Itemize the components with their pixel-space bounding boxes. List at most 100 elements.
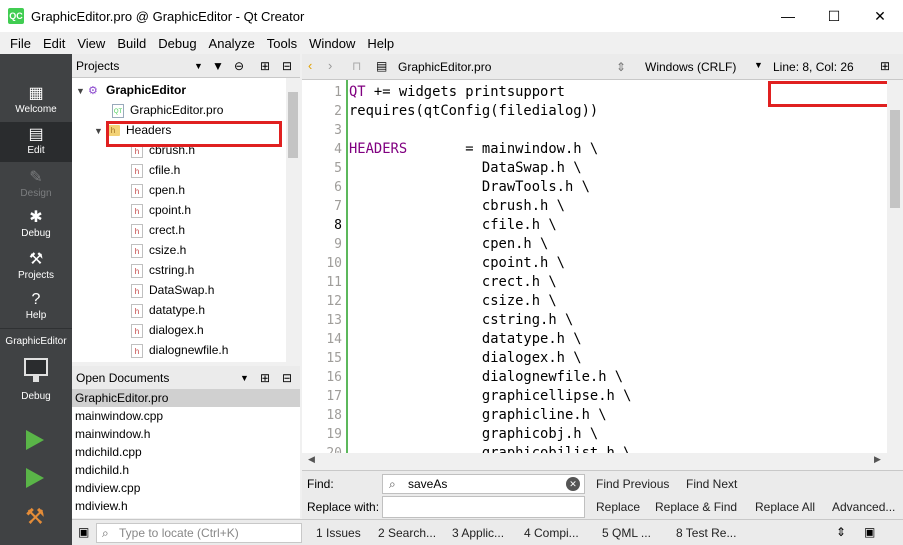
menu-edit[interactable]: Edit xyxy=(37,36,71,51)
tree-item[interactable]: h cfile.h xyxy=(131,160,180,180)
menu-file[interactable]: File xyxy=(4,36,37,51)
find-next-button[interactable]: Find Next xyxy=(686,477,737,491)
output-tab-test-results[interactable]: 8 Test Re... xyxy=(676,520,736,545)
code-line[interactable]: dialogex.h \ xyxy=(349,349,582,368)
code-line[interactable]: cfile.h \ xyxy=(349,216,557,235)
tree-scrollbar[interactable] xyxy=(286,78,300,362)
code-line[interactable]: DrawTools.h \ xyxy=(349,178,590,197)
code-line[interactable]: HEADERS = mainwindow.h \ xyxy=(349,140,598,159)
projects-panel-title[interactable]: Projects xyxy=(76,59,119,73)
code-line[interactable]: DataSwap.h \ xyxy=(349,159,582,178)
code-line[interactable]: cpoint.h \ xyxy=(349,254,565,273)
code-line[interactable]: graphicline.h \ xyxy=(349,406,607,425)
code-line[interactable]: cbrush.h \ xyxy=(349,197,565,216)
tree-item[interactable]: h csize.h xyxy=(131,240,186,260)
scrollbar-thumb[interactable] xyxy=(288,92,298,158)
tree-item[interactable]: h cpoint.h xyxy=(131,200,191,220)
forward-arrow-icon[interactable]: › xyxy=(328,58,332,73)
mode-edit[interactable]: ▤ Edit xyxy=(0,122,72,162)
mode-help[interactable]: ? Help xyxy=(0,290,72,321)
locator-input[interactable]: ⌕ Type to locate (Ctrl+K) xyxy=(96,523,302,543)
debug-run-button[interactable] xyxy=(26,468,44,488)
tree-item[interactable]: h cstring.h xyxy=(131,260,194,280)
replace-and-find-button[interactable]: Replace & Find xyxy=(655,500,737,514)
monitor-icon[interactable] xyxy=(24,358,48,376)
kit-selector-label[interactable]: GraphicEditor xyxy=(0,336,72,347)
open-document-item[interactable]: GraphicEditor.pro xyxy=(72,389,300,407)
clear-icon[interactable]: ✕ xyxy=(566,477,580,491)
tree-root[interactable]: ▼ ⚙ GraphicEditor xyxy=(76,80,186,100)
cursor-position[interactable]: Line: 8, Col: 26 xyxy=(773,60,854,74)
split-icon[interactable]: ⊞ xyxy=(260,59,270,73)
editor-scrollbar[interactable] xyxy=(887,80,903,453)
menu-build[interactable]: Build xyxy=(111,36,152,51)
open-documents-title[interactable]: Open Documents xyxy=(76,371,169,385)
replace-input[interactable] xyxy=(382,496,585,518)
tree-item-pro-file[interactable]: QT GraphicEditor.pro xyxy=(112,100,223,120)
advanced-button[interactable]: Advanced... xyxy=(832,500,895,514)
code-line[interactable]: requires(qtConfig(filedialog)) xyxy=(349,102,598,121)
open-document-item[interactable]: mainwindow.cpp xyxy=(72,407,300,425)
code-line[interactable]: QT += widgets printsupport xyxy=(349,83,565,102)
split-icon[interactable]: ⊞ xyxy=(260,371,270,385)
tree-item[interactable]: h crect.h xyxy=(131,220,185,240)
file-dropdown-icon[interactable]: ⇕ xyxy=(616,60,626,74)
scrollbar-thumb[interactable] xyxy=(890,110,900,208)
menu-tools[interactable]: Tools xyxy=(261,36,303,51)
mode-welcome[interactable]: ▦ Welcome xyxy=(0,84,72,115)
maximize-button[interactable]: ☐ xyxy=(811,0,857,32)
filter-icon[interactable]: ▼ xyxy=(212,59,224,73)
close-panel-icon[interactable]: ⊟ xyxy=(282,59,292,73)
hammer-icon[interactable]: ⚒ xyxy=(22,504,48,530)
editor-file-name[interactable]: GraphicEditor.pro xyxy=(398,60,491,74)
output-tab-issues[interactable]: 1 Issues xyxy=(316,520,361,545)
code-line[interactable]: csize.h \ xyxy=(349,292,557,311)
replace-all-button[interactable]: Replace All xyxy=(755,500,815,514)
menu-debug[interactable]: Debug xyxy=(152,36,202,51)
chevron-down-icon[interactable]: ▼ xyxy=(240,373,249,383)
split-icon[interactable]: ⊞ xyxy=(880,59,890,73)
menu-window[interactable]: Window xyxy=(303,36,361,51)
tree-item[interactable]: h datatype.h xyxy=(131,300,205,320)
menu-analyze[interactable]: Analyze xyxy=(203,36,261,51)
horizontal-scrollbar[interactable]: ◀ ▶ xyxy=(302,453,903,469)
output-tab-qml[interactable]: 5 QML ... xyxy=(602,520,651,545)
link-icon[interactable]: ⊖ xyxy=(234,59,244,73)
back-arrow-icon[interactable]: ‹ xyxy=(308,58,312,73)
output-tab-search[interactable]: 2 Search... xyxy=(378,520,436,545)
open-document-item[interactable]: mdiview.cpp xyxy=(72,479,300,497)
open-document-item[interactable]: mdichild.h xyxy=(72,461,300,479)
open-document-item[interactable]: mdiview.h xyxy=(72,497,300,515)
run-button[interactable] xyxy=(26,430,44,450)
code-line[interactable]: cpen.h \ xyxy=(349,235,548,254)
open-document-item[interactable]: mdichild.cpp xyxy=(72,443,300,461)
mode-debug[interactable]: ✱ Debug xyxy=(0,208,72,239)
replace-button[interactable]: Replace xyxy=(596,500,640,514)
code-line[interactable]: graphicellipse.h \ xyxy=(349,387,632,406)
code-line[interactable]: cstring.h \ xyxy=(349,311,573,330)
tree-item[interactable]: h dialogex.h xyxy=(131,320,204,340)
output-tab-application[interactable]: 3 Applic... xyxy=(452,520,504,545)
minimize-button[interactable]: — xyxy=(765,0,811,32)
tree-item[interactable]: h dialognewfile.h xyxy=(131,340,228,360)
close-panel-icon[interactable]: ⊟ xyxy=(282,371,292,385)
code-editor[interactable]: 1234567891011121314151617181920 QT += wi… xyxy=(302,80,903,453)
chevron-right-icon[interactable]: ▶ xyxy=(874,454,881,465)
menu-view[interactable]: View xyxy=(71,36,111,51)
chevron-down-icon[interactable]: ▼ xyxy=(76,81,88,101)
tree-item[interactable]: h DataSwap.h xyxy=(131,280,214,300)
chevron-down-icon[interactable]: ▼ xyxy=(754,60,763,70)
find-input[interactable]: ⌕ saveAs ✕ xyxy=(382,474,585,494)
code-line[interactable]: graphicobjlist.h \ xyxy=(349,444,632,453)
code-line[interactable]: crect.h \ xyxy=(349,273,557,292)
tree-item[interactable]: h cpen.h xyxy=(131,180,185,200)
code-line[interactable]: datatype.h \ xyxy=(349,330,582,349)
chevron-left-icon[interactable]: ◀ xyxy=(308,454,315,465)
encoding-label[interactable]: Windows (CRLF) xyxy=(645,60,736,74)
find-previous-button[interactable]: Find Previous xyxy=(596,477,669,491)
mode-projects[interactable]: ⚒ Projects xyxy=(0,250,72,281)
chevron-down-icon[interactable]: ▼ xyxy=(194,61,203,71)
menu-help[interactable]: Help xyxy=(361,36,400,51)
kit-build-mode[interactable]: Debug xyxy=(0,391,72,402)
code-line[interactable]: dialognewfile.h \ xyxy=(349,368,623,387)
